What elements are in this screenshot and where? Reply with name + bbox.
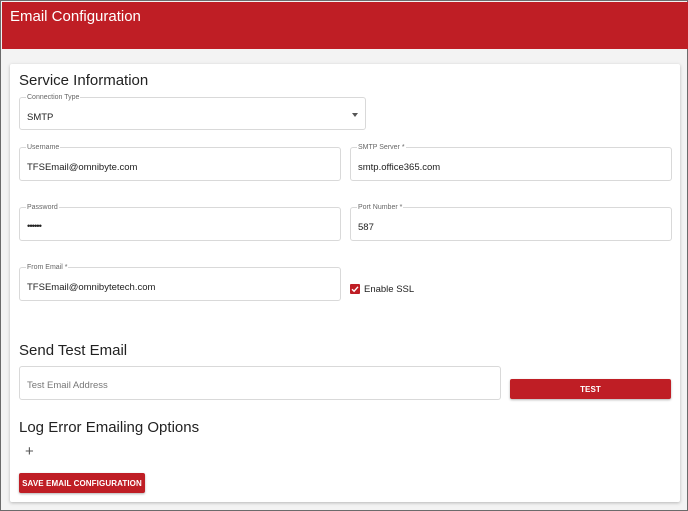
test-email-address-input[interactable]: Test Email Address [19,366,501,400]
username-value: TFSEmail@omnibyte.com [27,162,138,173]
username-field[interactable]: Username TFSEmail@omnibyte.com [19,144,341,181]
enable-ssl-checkbox[interactable] [350,284,360,294]
smtp-server-field[interactable]: SMTP Server * smtp.office365.com [350,144,672,181]
connection-type-value: SMTP [27,112,54,123]
connection-type-label: Connection Type [26,94,81,102]
username-label: Username [26,144,61,152]
service-information-heading: Service Information [19,72,149,89]
page-title: Email Configuration [10,8,141,25]
password-value: •••••• [27,221,42,232]
log-error-emailing-heading: Log Error Emailing Options [19,419,200,436]
from-email-label: From Email * [26,264,69,272]
test-email-placeholder: Test Email Address [27,380,108,391]
enable-ssl-label: Enable SSL [364,284,415,295]
from-email-field[interactable]: From Email * TFSEmail@omnibytetech.com [19,264,341,301]
send-test-email-heading: Send Test Email [19,342,128,359]
smtp-server-label: SMTP Server * [357,144,406,152]
app-header: Email Configuration [2,2,688,49]
connection-type-select[interactable]: Connection Type SMTP [19,94,366,130]
plus-icon[interactable]: + [25,444,34,459]
port-number-field[interactable]: Port Number * 587 [350,204,672,241]
app-window: Email Configuration Service Information … [0,0,688,511]
from-email-value: TFSEmail@omnibytetech.com [27,282,156,293]
smtp-server-value: smtp.office365.com [358,162,441,173]
save-email-configuration-button[interactable]: SAVE EMAIL CONFIGURATION [19,473,145,493]
port-number-value: 587 [358,222,374,233]
check-icon [351,286,359,293]
chevron-down-icon [352,113,358,117]
password-field[interactable]: Password •••••• [19,204,341,241]
port-number-label: Port Number * [357,204,404,212]
test-button[interactable]: TEST [510,379,671,399]
configuration-card: Service Information Connection Type SMTP… [10,64,680,502]
password-label: Password [26,204,59,212]
